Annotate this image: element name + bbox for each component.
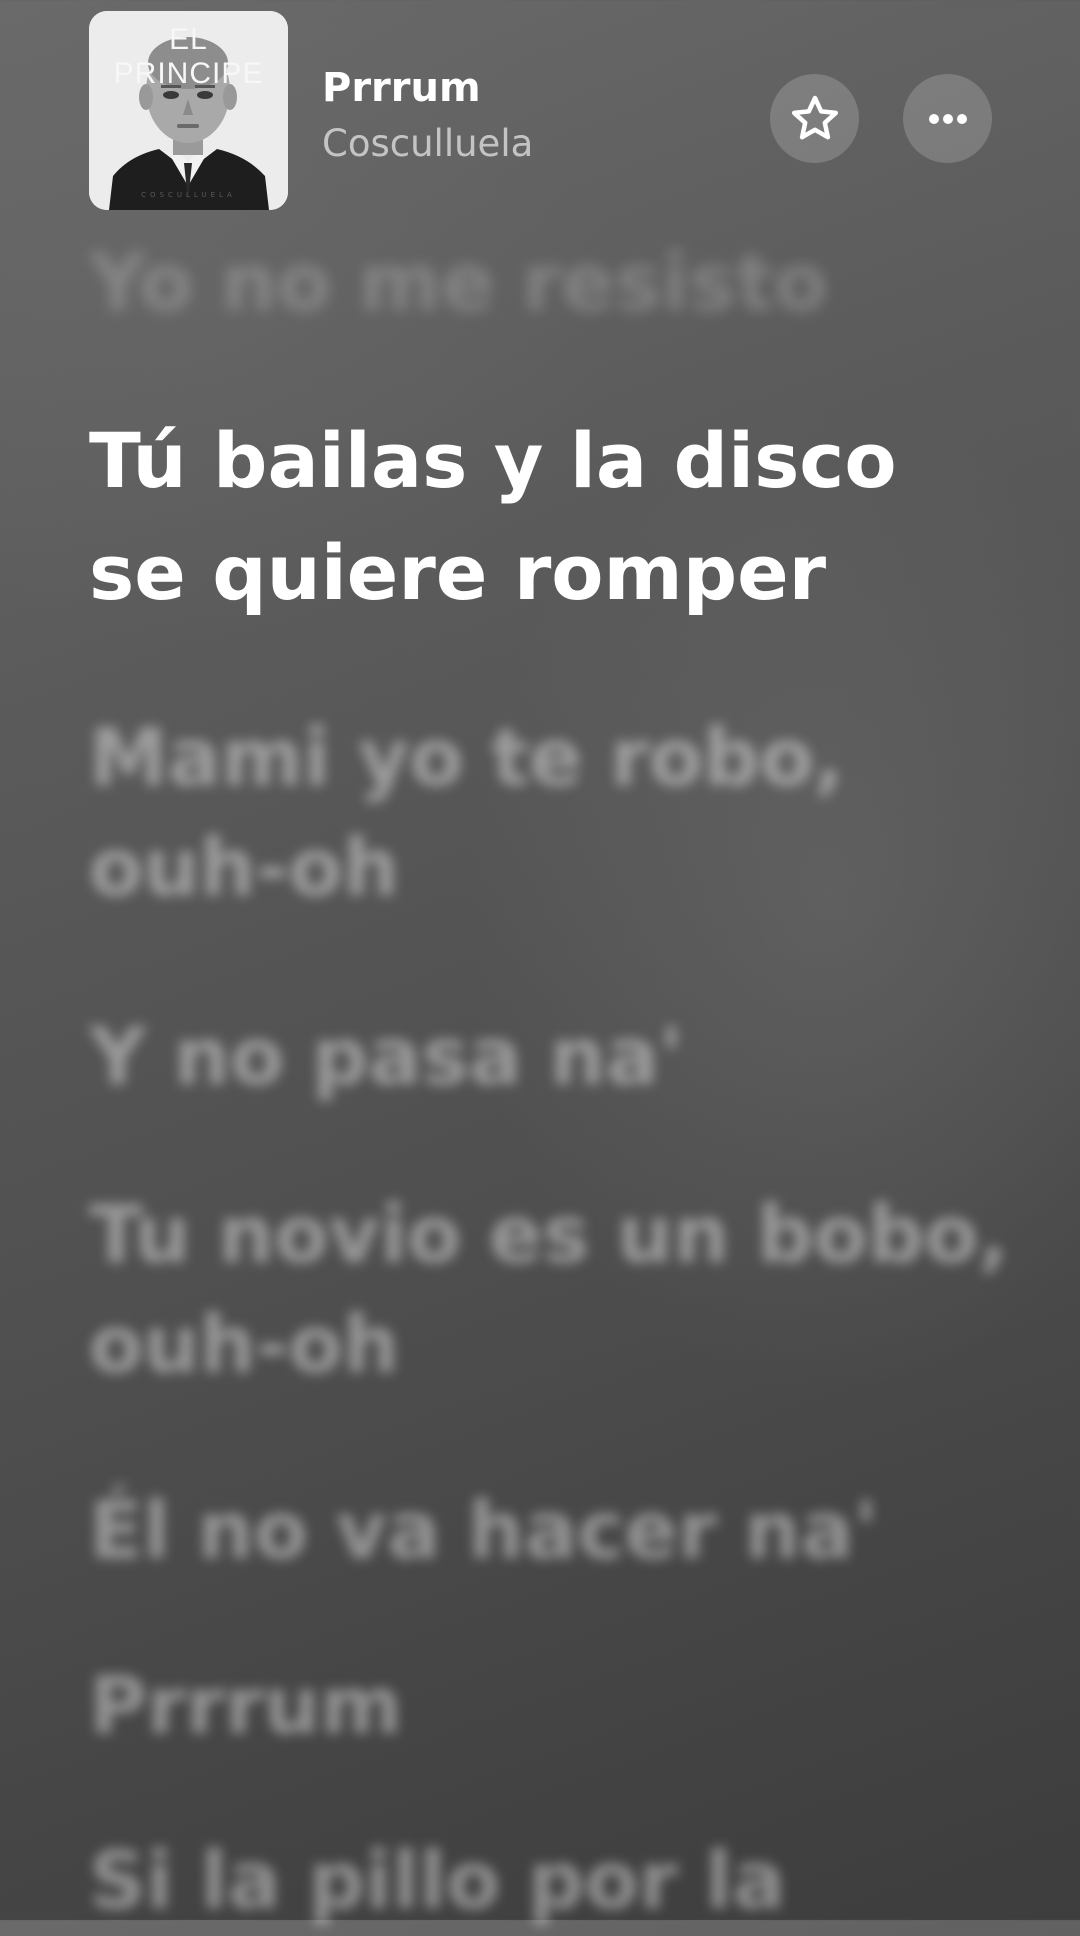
lyric-line[interactable]: Prrrum — [89, 1651, 1009, 1761]
lyric-line-current[interactable]: Tú bailas y la disco se quiere romper — [89, 405, 1009, 629]
song-title[interactable]: Prrrum — [322, 65, 481, 111]
ellipsis-icon — [928, 113, 967, 124]
lyric-line[interactable]: Mami yo te robo, ouh-oh — [89, 703, 1009, 923]
song-artist[interactable]: Cosculluela — [322, 122, 533, 165]
lyric-line[interactable]: Él no va hacer na' — [89, 1476, 1009, 1586]
lyric-line[interactable]: Y no pasa na' — [89, 1002, 1009, 1112]
album-cover-title: EL PRINCIPE — [113, 23, 264, 90]
star-icon — [791, 95, 838, 139]
now-playing-header: EL PRINCIPE COSCULLUELA Prrrum Coscullue… — [0, 0, 1080, 230]
lyric-line[interactable]: Tu novio es un bobo, ouh-oh — [89, 1180, 1009, 1400]
album-cover-artist: COSCULLUELA — [141, 191, 236, 199]
favorite-button[interactable] — [770, 74, 859, 163]
more-options-button[interactable] — [903, 74, 992, 163]
lyric-line-previous[interactable]: Yo no me resisto — [89, 228, 1009, 338]
album-art[interactable]: EL PRINCIPE COSCULLUELA — [89, 11, 288, 210]
